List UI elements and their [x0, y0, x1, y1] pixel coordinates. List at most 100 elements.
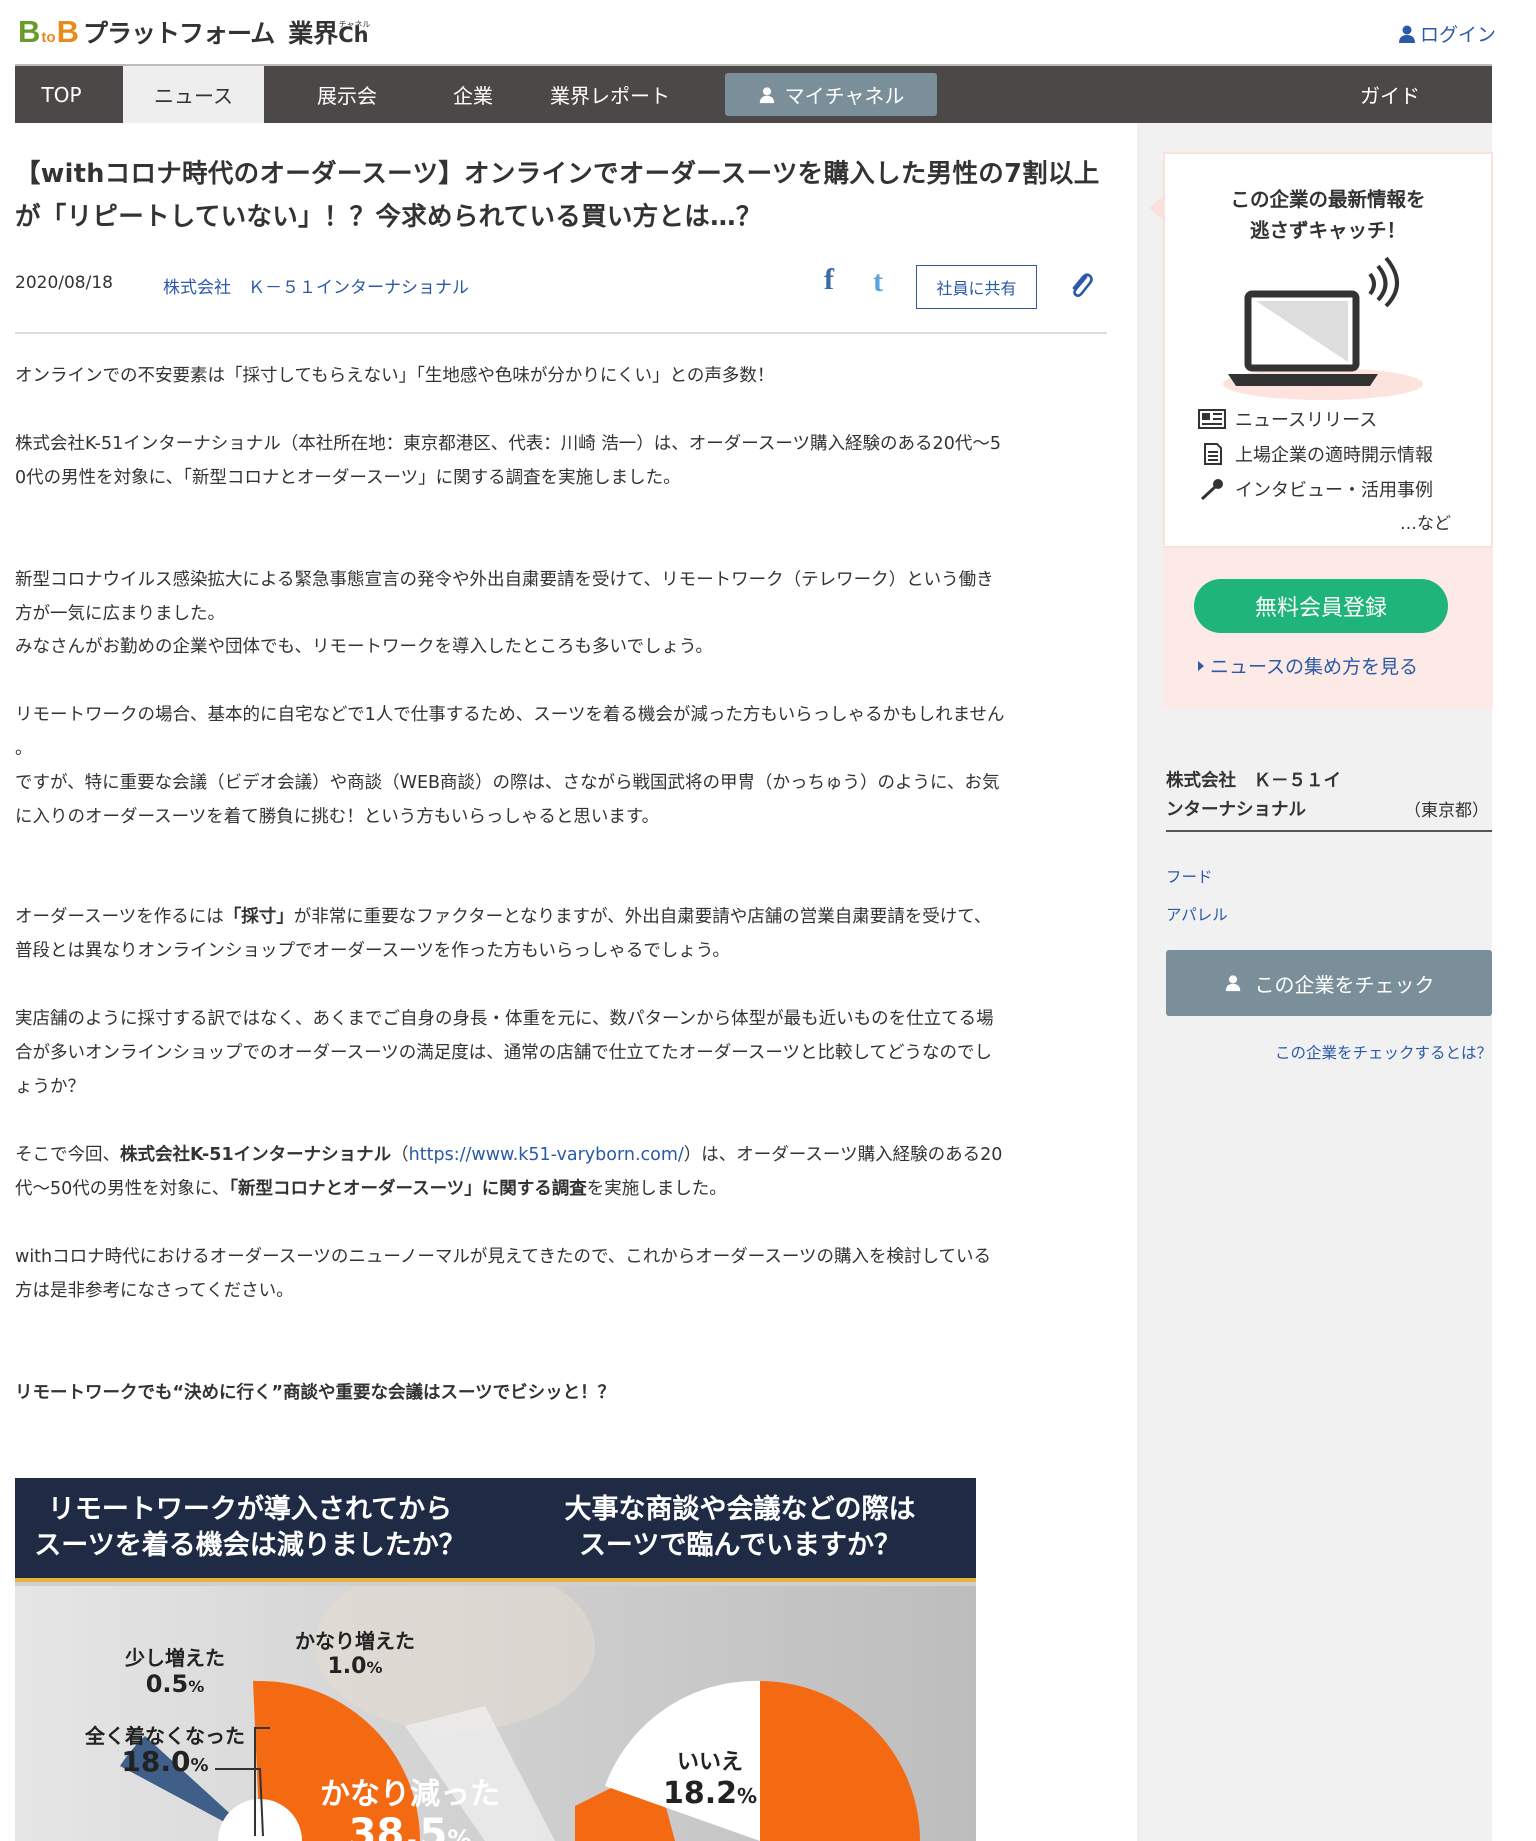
paragraph-suit-opportunity: リモートワークの場合、基本的に自宅などで1人で仕事するため、スーツを着る機会が減… — [15, 698, 1107, 834]
nav-item-exhibitions[interactable]: 展示会 — [282, 66, 412, 123]
paragraph-intro: 株式会社K-51インターナショナル（本社所在地：東京都港区、代表：川崎 浩一）は… — [15, 427, 1107, 495]
value-unit: % — [736, 1784, 758, 1808]
nav-item-companies[interactable]: 企業 — [413, 66, 533, 123]
free-registration-button[interactable]: 無料会員登録 — [1194, 579, 1448, 633]
label-value: 38.5% — [315, 1812, 505, 1841]
paragraph-line: 合が多いオンラインショップでのオーダースーツの満足度は、通常の店舗で仕立てたオー… — [15, 1043, 993, 1063]
feature-label: ニュースリリース — [1235, 410, 1378, 431]
my-channel-button[interactable]: マイチャネル — [725, 73, 937, 116]
tag-food[interactable]: フード — [1166, 865, 1213, 887]
paragraph-line: 0代の男性を対象に、「新型コロナとオーダースーツ」に関する調査を実施しました。 — [15, 468, 681, 488]
text-span: を実施しました。 — [586, 1179, 727, 1199]
bold-text: 株式会社K-51インターナショナル — [120, 1145, 392, 1165]
check-company-button[interactable]: この企業をチェック — [1166, 950, 1492, 1016]
microphone-icon — [1200, 479, 1223, 500]
logo-gyokai: 業界 — [288, 19, 339, 48]
feature-label: 上場企業の適時開示情報 — [1235, 445, 1433, 466]
company-name-line: ンターナショナル — [1166, 800, 1306, 820]
label-text: いいえ — [676, 1750, 743, 1775]
paragraph-line: 株式会社K-51インターナショナル（本社所在地：東京都港区、代表：川崎 浩一）は… — [15, 434, 1001, 454]
label-slightly-up: 少し増えた 0.5% — [110, 1645, 240, 1700]
feature-interview: インタビュー・活用事例 — [1198, 476, 1433, 502]
tag-apparel[interactable]: アパレル — [1166, 903, 1228, 925]
nav-item-news[interactable]: ニュース — [123, 66, 264, 123]
text-span: 代〜50代の男性を対象に、 — [15, 1179, 230, 1199]
text-span: そこで今回、 — [15, 1145, 120, 1165]
paperclip-icon[interactable] — [1068, 271, 1094, 301]
question-line: リモートワークが導入されてから — [47, 1494, 453, 1525]
label-not-worn: 全く着なくなった 18.0% — [80, 1723, 250, 1779]
value-unit: % — [190, 1755, 209, 1776]
share-with-staff-button[interactable]: 社員に共有 — [916, 265, 1037, 309]
paragraph-measurement: オーダースーツを作るには「採寸」が非常に重要なファクターとなりますが、外出自粛要… — [15, 900, 1107, 968]
sidebar-company-name[interactable]: 株式会社 Ｋ－５１イ ンターナショナル — [1166, 767, 1366, 825]
paragraph-line: 方が一気に広まりました。 — [15, 604, 225, 624]
label-value: 0.5% — [110, 1671, 240, 1700]
company-prefecture: （東京都） — [1404, 801, 1489, 821]
my-channel-label: マイチャネル — [784, 84, 905, 108]
howto-link[interactable]: ニュースの集め方を見る — [1198, 652, 1418, 679]
question-line: スーツで臨んでいますか？ — [578, 1530, 902, 1561]
paragraph-line: 普段とは異なりオンラインショップでオーダースーツを作った方もいらっしゃるでしょう… — [15, 941, 730, 961]
login-label: ログイン — [1419, 24, 1496, 46]
nav-item-top[interactable]: TOP — [15, 66, 108, 123]
paragraph-line: 新型コロナウイルス感染拡大による緊急事態宣言の発令や外出自粛要請を受けて、リモー… — [15, 570, 994, 590]
label-text: 少し増えた — [125, 1646, 225, 1670]
facebook-share-icon[interactable]: f — [824, 263, 834, 297]
paragraph-line: withコロナ時代におけるオーダースーツのニューノーマルが見えてきたので、これか… — [15, 1247, 991, 1267]
question-line: 大事な商談や会議などの際は — [564, 1494, 916, 1525]
cta-title: この企業の最新情報を 逃さずキャッチ！ — [1163, 184, 1493, 246]
laptop-wifi-icon — [1223, 256, 1423, 400]
feature-label: インタビュー・活用事例 — [1235, 480, 1433, 501]
label-much-up: かなり増えた 1.0% — [280, 1628, 430, 1681]
label-value: 1.0% — [280, 1654, 430, 1681]
nav-item-guide[interactable]: ガイド — [1325, 66, 1455, 123]
label-value: 18.2% — [645, 1776, 775, 1814]
value-number: 18.0 — [121, 1745, 191, 1778]
paragraph-companies: みなさんがお勤めの企業や団体でも、リモートワークを導入したところも多いでしょう。 — [15, 637, 713, 657]
label-no: いいえ 18.2% — [645, 1750, 775, 1814]
pie2-slice-yes — [760, 1681, 920, 1841]
text-span: が非常に重要なファクターとなりますが、外出自粛要請や店舗の営業自粛要請を受けて、 — [293, 907, 992, 927]
feature-news-release: ニュースリリース — [1198, 406, 1377, 432]
paragraph-line: ですが、特に重要な会議（ビデオ会議）や商談（WEB商談）の際は、さながら戦国武将… — [15, 773, 1000, 793]
paragraph-line: リモートワークの場合、基本的に自宅などで1人で仕事するため、スーツを着る機会が減… — [15, 705, 1005, 725]
article-company-link[interactable]: 株式会社 Ｋ－５１インターナショナル — [163, 273, 469, 298]
nav-item-industry-report[interactable]: 業界レポート — [535, 66, 685, 123]
article-date: 2020/08/18 — [15, 273, 113, 293]
text-span: （ — [391, 1145, 409, 1165]
paragraph-line: ょうか？ — [15, 1077, 85, 1097]
title-divider — [15, 332, 1107, 334]
company-url-link[interactable]: https://www.k51-varyborn.com/ — [409, 1145, 684, 1165]
survey-infographic: リモートワークが導入されてから スーツを着る機会は減りましたか？ 大事な商談や会… — [15, 1478, 976, 1841]
login-link[interactable]: ログイン — [1397, 20, 1496, 47]
value-number: 1.0 — [327, 1654, 367, 1679]
check-company-label: この企業をチェック — [1254, 972, 1435, 997]
infographic-header: リモートワークが導入されてから スーツを着る機会は減りましたか？ 大事な商談や会… — [15, 1478, 976, 1582]
logo-b1: B — [18, 14, 41, 49]
label-text: かなり減った — [320, 1777, 500, 1812]
bold-text: 「新型コロナとオーダースーツ」に関する調査 — [229, 1179, 587, 1199]
site-logo[interactable]: B to B プラットフォーム 業界 Ch チャネル — [18, 14, 371, 50]
twitter-share-icon[interactable]: t — [873, 265, 883, 299]
paragraph-remote: 新型コロナウイルス感染拡大による緊急事態宣言の発令や外出自粛要請を受けて、リモー… — [15, 563, 1107, 631]
feature-etc: …など — [1400, 514, 1451, 534]
paragraph-line: に入りのオーダースーツを着て勝負に挑む！という方もいらっしゃると思います。 — [15, 807, 660, 827]
question-1: リモートワークが導入されてから スーツを着る機会は減りましたか？ — [15, 1492, 485, 1564]
text-span: オーダースーツを作るには — [15, 907, 224, 927]
main-nav: TOP ニュース 展示会 企業 業界レポート マイチャネル ガイド — [15, 64, 1492, 123]
company-divider — [1166, 830, 1492, 832]
lead-paragraph: オンラインでの不安要素は「採寸してもらえない」「生地感や色味が分かりにくい」との… — [15, 366, 775, 386]
label-value: 18.0% — [80, 1748, 250, 1779]
label-text: かなり増えた — [295, 1629, 415, 1653]
paragraph-online-shop: 実店舗のように採寸する訳ではなく、あくまでご自身の身長・体重を元に、数パターンか… — [15, 1002, 1107, 1104]
paragraph-line: 実店舗のように採寸する訳ではなく、あくまでご自身の身長・体重を元に、数パターンか… — [15, 1009, 994, 1029]
paragraph-newnormal: withコロナ時代におけるオーダースーツのニューノーマルが見えてきたので、これか… — [15, 1240, 1107, 1308]
value-unit: % — [447, 1825, 472, 1841]
paragraph-line: オーダースーツを作るには「採寸」が非常に重要なファクターとなりますが、外出自粛要… — [15, 900, 1107, 934]
site-header: B to B プラットフォーム 業界 Ch チャネル ログイン — [0, 0, 1536, 64]
logo-ch-ruby: チャネル — [338, 20, 371, 29]
user-icon — [759, 86, 774, 103]
check-company-help-link[interactable]: この企業をチェックするとは？ — [1275, 1041, 1492, 1063]
question-line: スーツを着る機会は減りましたか？ — [34, 1530, 466, 1561]
